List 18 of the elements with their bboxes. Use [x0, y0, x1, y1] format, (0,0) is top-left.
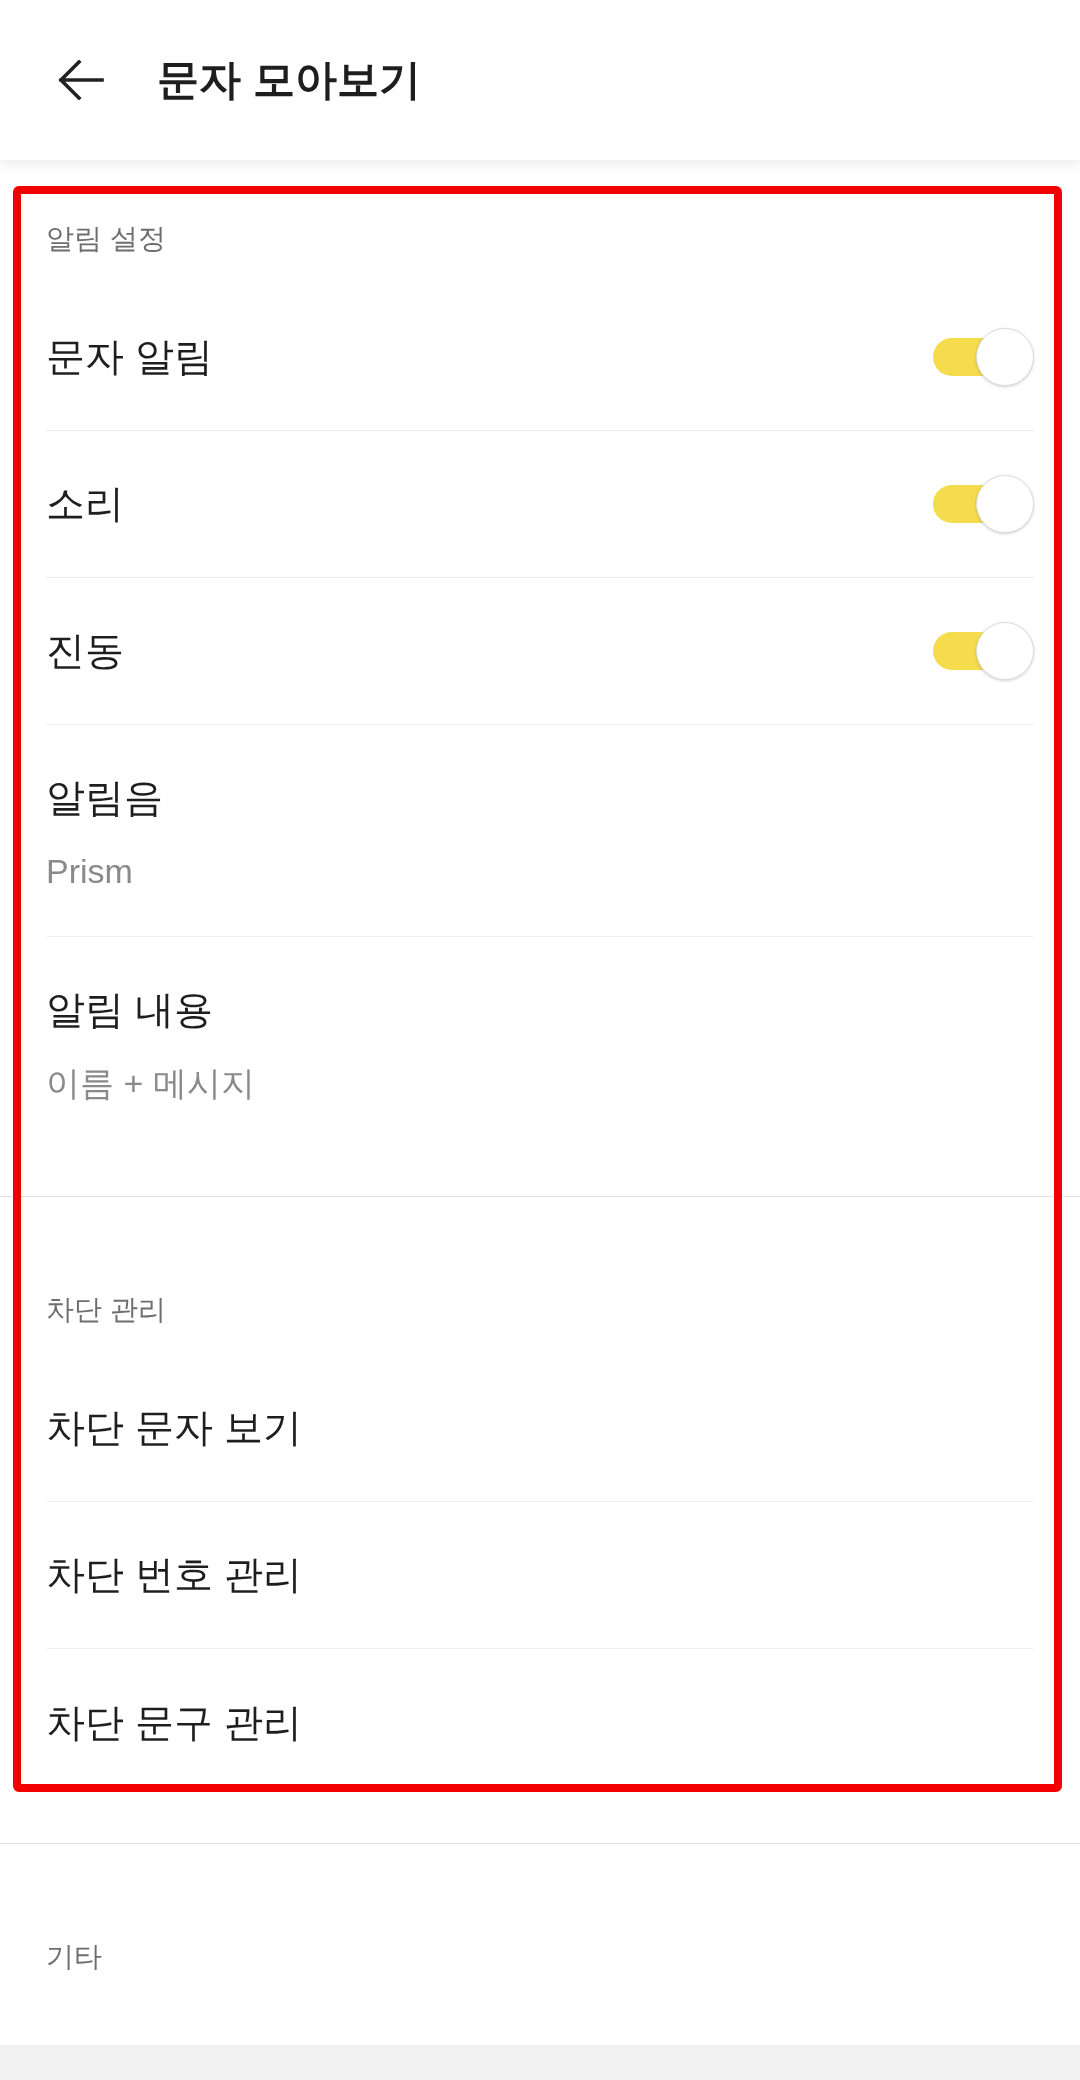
menu-item[interactable]: 차단 문자 보기 [46, 1355, 1034, 1502]
screen-title: 문자 모아보기 [157, 55, 421, 105]
setting-value: Prism [46, 853, 133, 889]
back-arrow-icon [56, 60, 104, 100]
setting-label: 문자 알림 [46, 337, 213, 377]
menu-item[interactable]: 차단 문구 관리 [46, 1649, 1034, 1796]
menu-item[interactable]: 차단 번호 관리 [46, 1502, 1034, 1649]
section-header: 알림 설정 [46, 222, 166, 256]
toggle-switch[interactable] [933, 328, 1034, 386]
toggle-switch[interactable] [933, 475, 1034, 533]
setting-value: 이름 + 메시지 [46, 1065, 255, 1101]
section-header: 기타 [46, 1940, 102, 1974]
setting-label[interactable]: 알림음 [46, 778, 163, 818]
section-header: 차단 관리 [46, 1293, 166, 1327]
toggle-switch[interactable] [933, 622, 1034, 680]
setting-label: 소리 [46, 484, 124, 524]
setting-label[interactable]: 알림 내용 [46, 990, 213, 1030]
setting-label: 진동 [46, 631, 124, 671]
